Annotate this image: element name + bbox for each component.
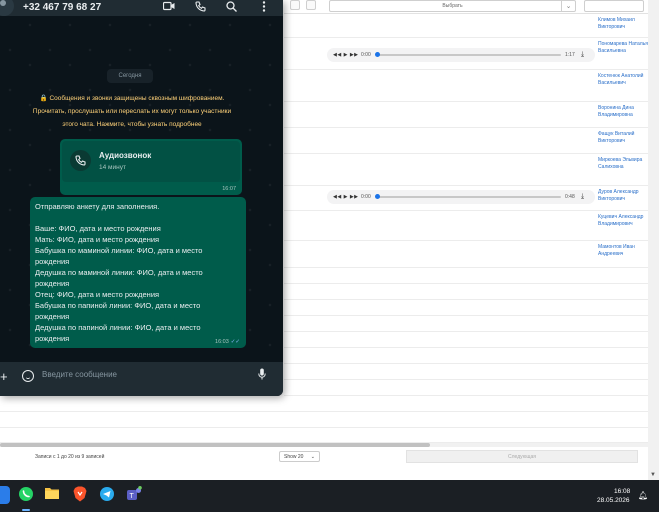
table-row[interactable]: Воронина Дина Владимировна xyxy=(284,102,648,128)
encryption-notice[interactable]: 🔒 Сообщения и звонки защищены сквозным ш… xyxy=(30,92,234,131)
brave-browser-icon[interactable] xyxy=(71,486,89,504)
telegram-icon[interactable] xyxy=(98,486,116,504)
filter-checkbox[interactable] xyxy=(290,0,300,10)
contact-phone[interactable]: +32 467 79 68 27 xyxy=(23,2,101,13)
seek-bar[interactable] xyxy=(377,54,561,56)
employee-name[interactable]: Мамонтов Иван Андреевич xyxy=(598,244,648,257)
table-row xyxy=(284,268,648,284)
video-icon[interactable] xyxy=(162,1,175,14)
employee-name[interactable]: Миркоева Эльвира Салиховна xyxy=(598,157,648,170)
next-page-button[interactable]: Следующая xyxy=(406,450,638,463)
windows-start-icon[interactable] xyxy=(0,486,10,504)
call-title: Аудиозвонок xyxy=(99,151,152,160)
filter-bar: Выбрать ⌄ xyxy=(284,0,648,14)
filter-select-value: Выбрать xyxy=(442,3,463,9)
clock-time[interactable]: 16:08 xyxy=(614,488,630,495)
taskbar: T 16:08 28.05.2026 🔔︎ xyxy=(0,480,659,512)
emoji-icon[interactable] xyxy=(22,370,34,382)
table-row[interactable]: Мамонтов Иван Андреевич xyxy=(284,241,648,268)
message-time: 16:03 xyxy=(215,339,229,345)
message-time-wrap: 16:03 ✓✓ xyxy=(215,339,240,345)
contact-avatar[interactable] xyxy=(0,0,14,16)
employee-name[interactable]: Воронина Дина Владимировна xyxy=(598,105,648,118)
phone-call-icon xyxy=(70,150,91,171)
read-receipt-icon: ✓✓ xyxy=(230,339,240,345)
vertical-scrollbar[interactable]: ▼ xyxy=(648,0,659,480)
current-time: 0:00 xyxy=(361,52,371,58)
records-info: Записи с 1 до 20 из 9 записей xyxy=(35,454,105,460)
message-time: 16:07 xyxy=(222,186,236,192)
chevron-down-icon: ⌄ xyxy=(561,1,575,12)
call-message-bubble[interactable]: Аудиозвонок 14 минут 16:07 xyxy=(60,139,242,195)
employee-name[interactable]: Костенюк Анатолий Васильевич xyxy=(598,73,648,86)
whatsapp-window: +32 467 79 68 27 Сегодня 🔒 Сообщения и з… xyxy=(0,0,283,396)
svg-text:T: T xyxy=(130,493,135,500)
table-row[interactable]: Куцевич Александр Владимирович xyxy=(284,211,648,241)
active-app-indicator xyxy=(22,509,30,511)
whatsapp-icon[interactable] xyxy=(17,486,35,504)
call-duration: 14 минут xyxy=(99,164,126,171)
duration: 0:48 xyxy=(565,194,575,200)
audio-player[interactable]: ◀◀ ▶ ▶▶ 0:00 1:17 ⤓ xyxy=(327,48,595,62)
table-row[interactable]: Климов Михаил Викторович xyxy=(284,14,648,38)
employee-name[interactable]: Фащук Виталий Викторович xyxy=(598,131,648,144)
text-message-bubble[interactable]: Отправляю анкету для заполнения. Ваше: Ф… xyxy=(30,197,246,348)
playback-controls-icon[interactable]: ◀◀ ▶ ▶▶ xyxy=(333,52,359,58)
chat-header: +32 467 79 68 27 xyxy=(0,0,283,16)
table-row xyxy=(0,412,648,428)
page-size-value: Show 20 xyxy=(284,454,304,460)
notification-bell-icon[interactable]: 🔔︎ xyxy=(638,491,648,500)
chevron-down-icon: ⌄ xyxy=(310,454,315,460)
seek-handle[interactable] xyxy=(375,194,380,199)
table-row xyxy=(284,364,648,380)
filter-select[interactable]: Выбрать ⌄ xyxy=(329,0,576,12)
clock-date[interactable]: 28.05.2026 xyxy=(597,497,630,504)
message-composer: + Введите сообщение xyxy=(0,362,283,396)
phone-icon[interactable] xyxy=(195,1,206,15)
table-row xyxy=(0,396,648,412)
page-size-select[interactable]: Show 20 ⌄ xyxy=(279,451,320,462)
table-row xyxy=(284,300,648,316)
table-footer: Записи с 1 до 20 из 9 записей Show 20 ⌄ … xyxy=(0,448,648,466)
employee-name[interactable]: Климов Михаил Викторович xyxy=(598,17,648,30)
table-row xyxy=(284,348,648,364)
table-row xyxy=(284,316,648,332)
seek-handle[interactable] xyxy=(375,52,380,57)
table-row xyxy=(0,428,648,443)
table-row xyxy=(284,380,648,396)
microphone-icon[interactable] xyxy=(258,368,266,383)
menu-icon[interactable] xyxy=(262,1,266,15)
employee-name[interactable]: Куцевич Александр Владимирович xyxy=(598,214,648,227)
teams-icon[interactable]: T xyxy=(125,486,143,504)
table-row xyxy=(284,332,648,348)
table-row[interactable]: Костенюк Анатолий Васильевич xyxy=(284,70,648,102)
file-explorer-icon[interactable] xyxy=(43,486,61,504)
employee-name[interactable]: Дуров Александр Викторович xyxy=(598,189,648,202)
playback-controls-icon[interactable]: ◀◀ ▶ ▶▶ xyxy=(333,194,359,200)
download-icon[interactable]: ⤓ xyxy=(581,193,584,201)
duration: 1:17 xyxy=(565,52,575,58)
download-icon[interactable]: ⤓ xyxy=(581,51,584,59)
message-text: Отправляю анкету для заполнения. Ваше: Ф… xyxy=(35,202,203,343)
audio-player[interactable]: ◀◀ ▶ ▶▶ 0:00 0:48 ⤓ xyxy=(327,190,595,204)
table-row[interactable]: Фащук Виталий Викторович xyxy=(284,128,648,154)
current-time: 0:00 xyxy=(361,194,371,200)
date-separator: Сегодня xyxy=(107,69,153,83)
filter-select-secondary[interactable] xyxy=(584,0,644,12)
horizontal-scrollbar[interactable] xyxy=(0,443,648,447)
search-icon[interactable] xyxy=(226,1,237,15)
scroll-down-arrow-icon[interactable]: ▼ xyxy=(650,472,656,478)
filter-checkbox[interactable] xyxy=(306,0,316,10)
message-input[interactable]: Введите сообщение xyxy=(42,370,117,379)
table-row xyxy=(284,284,648,300)
seek-bar[interactable] xyxy=(377,196,561,198)
table-row[interactable]: Миркоева Эльвира Салиховна xyxy=(284,154,648,186)
scrollbar-thumb[interactable] xyxy=(0,443,430,447)
attach-plus-icon[interactable]: + xyxy=(0,369,8,384)
employee-name[interactable]: Пономарева Наталья Васильевна xyxy=(598,41,648,54)
call-card[interactable]: Аудиозвонок 14 минут xyxy=(62,141,240,182)
